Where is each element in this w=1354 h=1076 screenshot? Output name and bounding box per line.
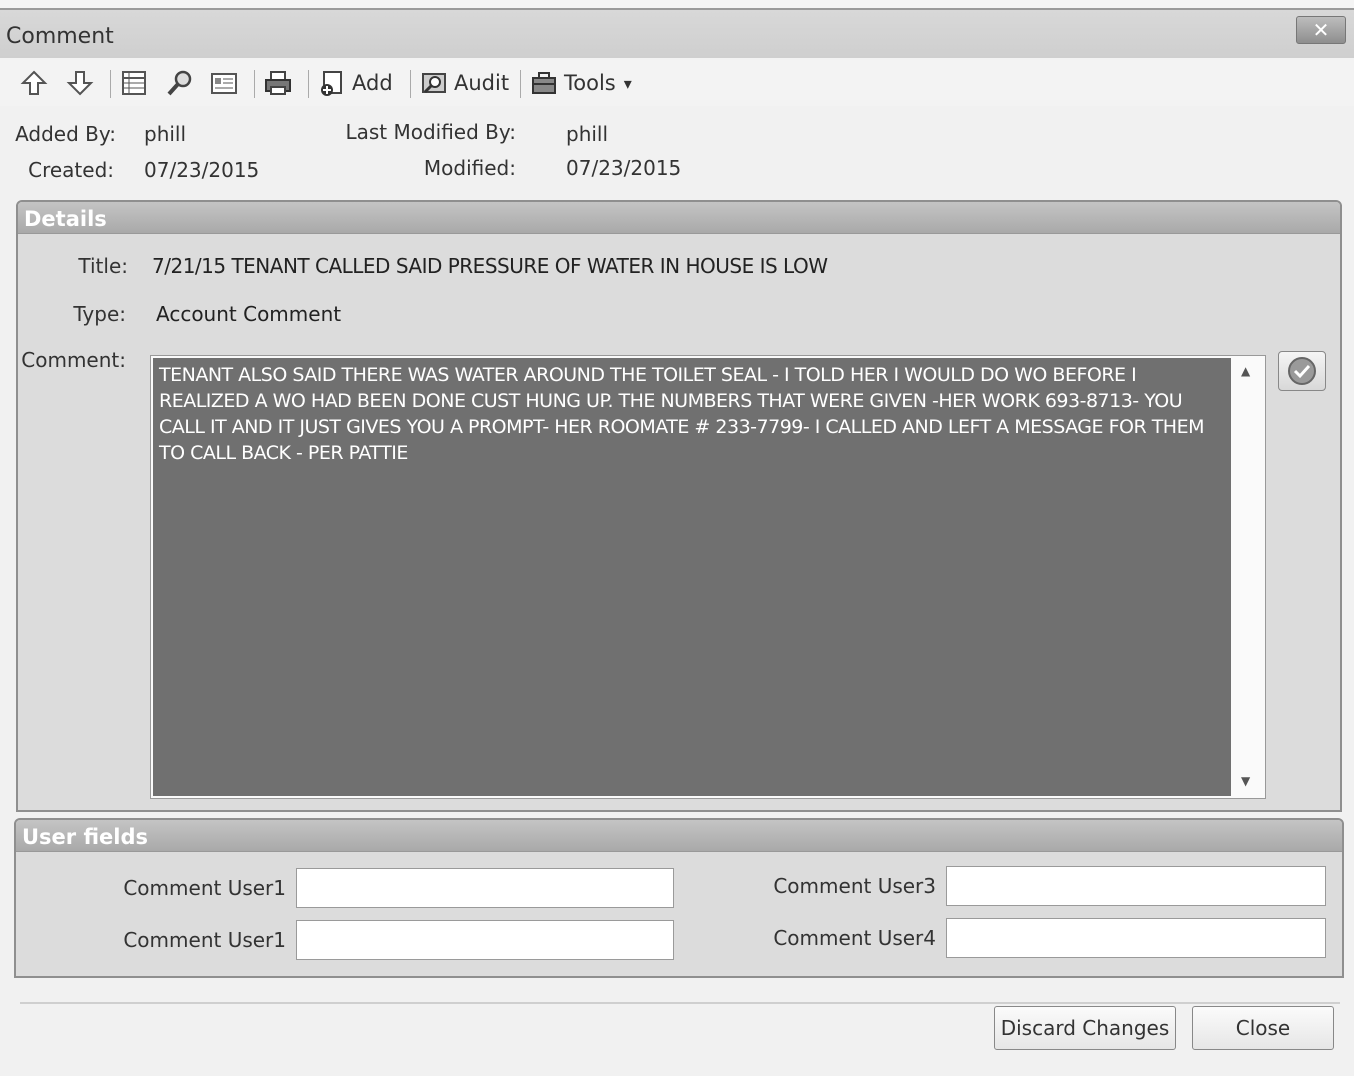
scroll-down-icon[interactable]: ▼ — [1241, 774, 1253, 788]
comment-label: Comment: — [21, 348, 126, 372]
type-value[interactable]: Account Comment — [156, 302, 341, 326]
tools-menu-button[interactable]: Tools ▾ — [530, 68, 632, 98]
list-icon — [122, 71, 146, 95]
toolbar-separator — [308, 70, 309, 98]
print-button[interactable] — [264, 68, 292, 98]
comment-user1-input[interactable] — [296, 868, 674, 908]
comment-text[interactable]: TENANT ALSO SAID THERE WAS WATER AROUND … — [153, 358, 1231, 796]
comment-user3-label: Comment User3 — [773, 874, 936, 898]
comment-user2-label: Comment User1 — [123, 928, 286, 952]
audit-label: Audit — [454, 71, 510, 95]
check-icon — [1288, 357, 1316, 385]
magnifier-icon — [167, 70, 192, 96]
comment-user1-label: Comment User1 — [123, 876, 286, 900]
details-header: Details — [18, 202, 1340, 234]
previous-record-button[interactable] — [20, 68, 48, 98]
type-label: Type: — [73, 302, 126, 326]
printer-icon — [265, 71, 291, 95]
toolbar: Add Audit Tools ▾ — [0, 58, 1354, 106]
comment-window: Comment ✕ Add Audit Tools ▾ Added By: ph… — [0, 8, 1354, 1076]
user-fields-header: User fields — [16, 820, 1342, 852]
added-by-label: Added By: — [15, 122, 116, 146]
comment-textarea[interactable]: TENANT ALSO SAID THERE WAS WATER AROUND … — [150, 355, 1266, 799]
last-modified-by-label: Last Modified By: — [345, 120, 516, 144]
comment-user3-input[interactable] — [946, 866, 1326, 906]
comment-user2-input[interactable] — [296, 920, 674, 960]
search-button[interactable] — [166, 68, 194, 98]
tools-label: Tools — [564, 71, 616, 95]
toolbar-separator — [254, 70, 255, 98]
audit-icon — [422, 73, 446, 94]
tools-icon — [532, 72, 556, 94]
card-icon — [211, 73, 237, 94]
arrow-up-icon — [20, 70, 48, 95]
arrow-down-icon — [66, 71, 94, 96]
add-label: Add — [352, 71, 393, 95]
toolbar-separator — [520, 70, 521, 98]
title-label: Title: — [78, 254, 128, 278]
comment-user4-label: Comment User4 — [773, 926, 936, 950]
added-by-value: phill — [144, 122, 187, 146]
footer-divider — [20, 1002, 1340, 1004]
details-title: Details — [24, 207, 107, 231]
user-fields-title: User fields — [22, 825, 148, 849]
close-window-button[interactable]: ✕ — [1296, 16, 1346, 44]
next-record-button[interactable] — [66, 68, 94, 98]
last-modified-by-value: phill — [566, 122, 609, 146]
comment-user4-input[interactable] — [946, 918, 1326, 958]
list-view-button[interactable] — [120, 68, 148, 98]
close-button[interactable]: Close — [1192, 1006, 1334, 1050]
discard-changes-button[interactable]: Discard Changes — [994, 1006, 1176, 1050]
created-label: Created: — [28, 158, 114, 182]
modified-value: 07/23/2015 — [566, 156, 682, 180]
add-document-icon — [321, 71, 342, 96]
toolbar-separator — [410, 70, 411, 98]
chevron-down-icon: ▾ — [623, 73, 632, 93]
window-title: Comment — [6, 24, 114, 49]
toolbar-separator — [110, 70, 111, 98]
title-bar: Comment ✕ — [0, 10, 1354, 58]
spell-check-button[interactable] — [1278, 351, 1326, 391]
modified-label: Modified: — [423, 156, 516, 180]
record-card-button[interactable] — [210, 68, 238, 98]
created-value: 07/23/2015 — [144, 158, 260, 182]
audit-button[interactable]: Audit — [420, 68, 509, 98]
scroll-up-icon[interactable]: ▲ — [1241, 364, 1253, 378]
add-button[interactable]: Add — [318, 68, 393, 98]
title-value[interactable]: 7/21/15 TENANT CALLED SAID PRESSURE OF W… — [152, 254, 828, 278]
